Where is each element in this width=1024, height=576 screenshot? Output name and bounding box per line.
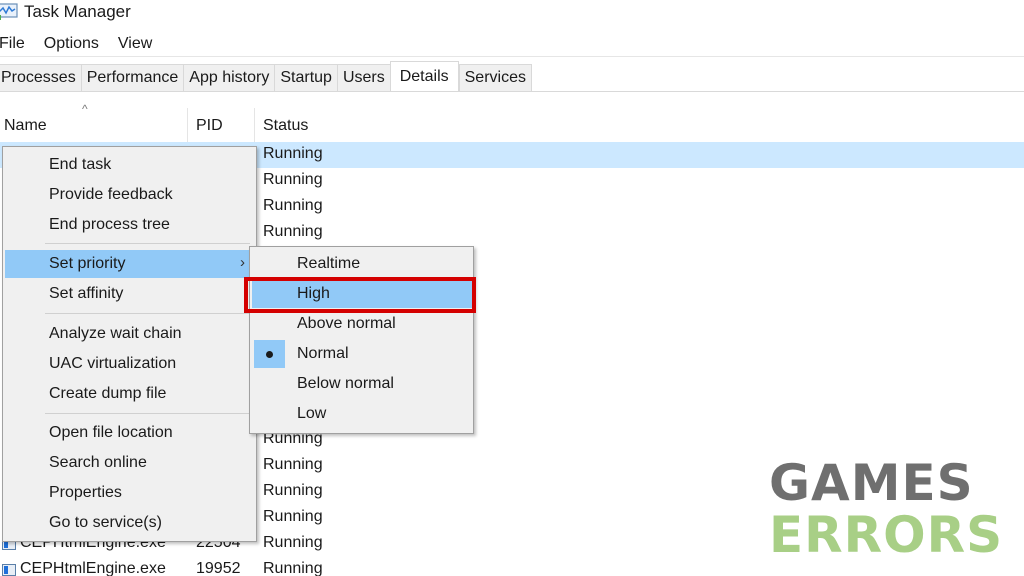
menu-item-analyze-wait-chain[interactable]: Analyze wait chain — [5, 320, 253, 348]
priority-realtime[interactable]: Realtime — [252, 250, 472, 278]
row-status: Running — [263, 508, 323, 525]
menu-item-label: Below normal — [297, 375, 394, 392]
menu-item-end-task[interactable]: End task — [5, 151, 253, 179]
menu-item-label: Realtime — [297, 255, 361, 272]
menu-options[interactable]: Options — [44, 35, 99, 53]
menu-separator — [45, 313, 250, 314]
menu-item-label: Set priority — [49, 255, 126, 272]
menu-item-search-online[interactable]: Search online — [5, 449, 253, 477]
annotation-highlight-box — [244, 277, 476, 313]
tab-bar: Processes Performance App history Startu… — [0, 61, 532, 92]
menu-item-provide-feedback[interactable]: Provide feedback — [5, 181, 253, 209]
tab-startup[interactable]: Startup — [274, 64, 337, 92]
row-status: Running — [263, 171, 323, 188]
column-header-name[interactable]: Name — [4, 117, 47, 135]
menu-item-label: Low — [297, 405, 327, 422]
menu-view[interactable]: View — [118, 35, 152, 53]
menu-item-label: Set affinity — [49, 285, 124, 302]
tab-details[interactable]: Details — [389, 61, 459, 92]
tab-performance[interactable]: Performance — [80, 64, 184, 92]
row-status: Running — [263, 560, 323, 576]
menu-item-label: End process tree — [49, 216, 170, 233]
menu-item-properties[interactable]: Properties — [5, 479, 253, 507]
task-manager-icon — [0, 3, 18, 21]
column-header-pid[interactable]: PID — [196, 117, 223, 135]
row-status: Running — [263, 482, 323, 499]
menu-item-label: Search online — [49, 454, 147, 471]
menu-item-go-to-services[interactable]: Go to service(s) — [5, 509, 253, 537]
menu-item-label: Create dump file — [49, 385, 167, 402]
row-pid: 19952 — [196, 560, 241, 576]
menu-separator — [45, 243, 250, 244]
menu-item-label: Analyze wait chain — [49, 325, 182, 342]
tab-app-history[interactable]: App history — [183, 64, 275, 92]
watermark-line-1: GAMES — [769, 454, 974, 512]
priority-above-normal[interactable]: Above normal — [252, 310, 472, 338]
row-status: Running — [263, 456, 323, 473]
process-icon — [2, 564, 16, 576]
menu-separator — [45, 413, 250, 414]
column-resize-handle[interactable] — [254, 108, 255, 142]
row-name: CEPHtmlEngine.exe — [20, 560, 166, 576]
menu-item-label: Properties — [49, 484, 122, 501]
sort-ascending-icon: ^ — [82, 102, 88, 116]
menu-item-label: Normal — [297, 345, 349, 362]
priority-submenu: Realtime High Above normal Normal Below … — [249, 246, 474, 434]
title-bar: Task Manager — [0, 0, 1024, 24]
menu-item-label: Open file location — [49, 424, 173, 441]
tab-processes[interactable]: Processes — [0, 64, 81, 92]
watermark-logo: GAMES ERRORS — [769, 458, 1003, 560]
watermark-line-2: ERRORS — [769, 506, 1004, 564]
divider — [0, 56, 1024, 57]
row-status: Running — [263, 145, 323, 162]
row-status: Running — [263, 534, 323, 551]
menu-item-label: UAC virtualization — [49, 355, 177, 372]
menu-bar: File Options View — [0, 32, 171, 56]
tab-services[interactable]: Services — [458, 64, 532, 92]
menu-item-label: Provide feedback — [49, 186, 173, 203]
chevron-right-icon: › — [240, 254, 245, 271]
priority-low[interactable]: Low — [252, 400, 472, 428]
menu-item-label: Go to service(s) — [49, 514, 162, 531]
context-menu: End task Provide feedback End process tr… — [2, 146, 257, 542]
menu-item-open-file-location[interactable]: Open file location — [5, 419, 253, 447]
menu-item-create-dump-file[interactable]: Create dump file — [5, 380, 253, 408]
row-status: Running — [263, 197, 323, 214]
tab-users[interactable]: Users — [336, 64, 390, 92]
window-title: Task Manager — [24, 2, 131, 21]
column-resize-handle[interactable] — [187, 108, 188, 142]
menu-item-label: End task — [49, 156, 112, 173]
column-header-status[interactable]: Status — [263, 117, 308, 135]
menu-file[interactable]: File — [0, 35, 25, 53]
row-status: Running — [263, 223, 323, 240]
menu-item-label: Above normal — [297, 315, 396, 332]
column-header-row: ^ Name PID Status — [0, 102, 1024, 142]
menu-item-set-priority[interactable]: Set priority › — [5, 250, 253, 278]
menu-item-set-affinity[interactable]: Set affinity — [5, 280, 253, 308]
divider — [0, 91, 1024, 92]
menu-item-uac-virtualization[interactable]: UAC virtualization — [5, 350, 253, 378]
priority-normal[interactable]: Normal — [252, 340, 472, 368]
priority-below-normal[interactable]: Below normal — [252, 370, 472, 398]
radio-bullet-icon — [254, 340, 285, 368]
menu-item-end-process-tree[interactable]: End process tree — [5, 211, 253, 239]
